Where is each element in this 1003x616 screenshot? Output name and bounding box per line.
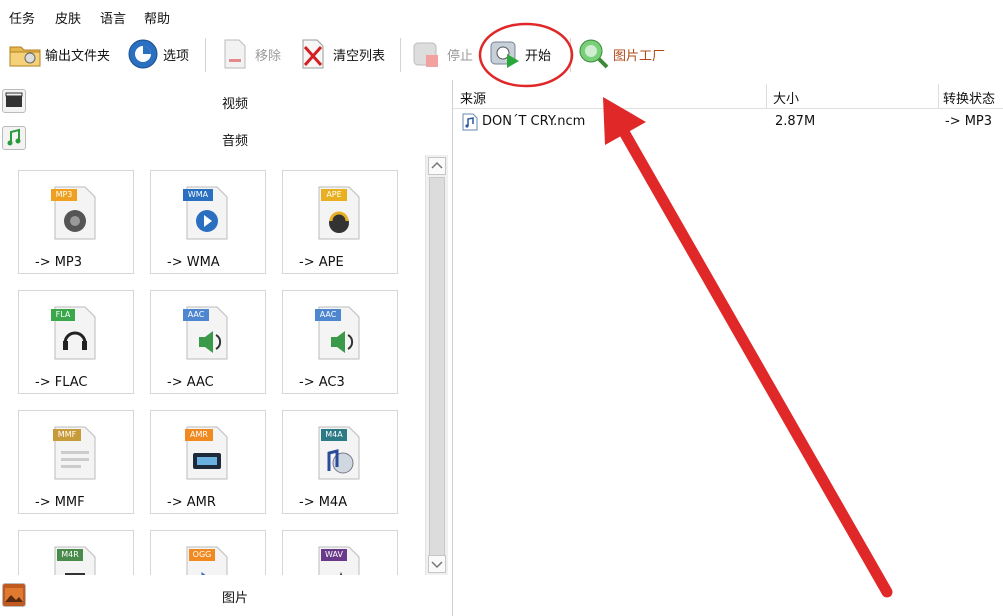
annotation-arrow-shaft — [614, 119, 893, 598]
annotation-circle — [478, 22, 574, 88]
annotation-overlay — [478, 22, 893, 598]
